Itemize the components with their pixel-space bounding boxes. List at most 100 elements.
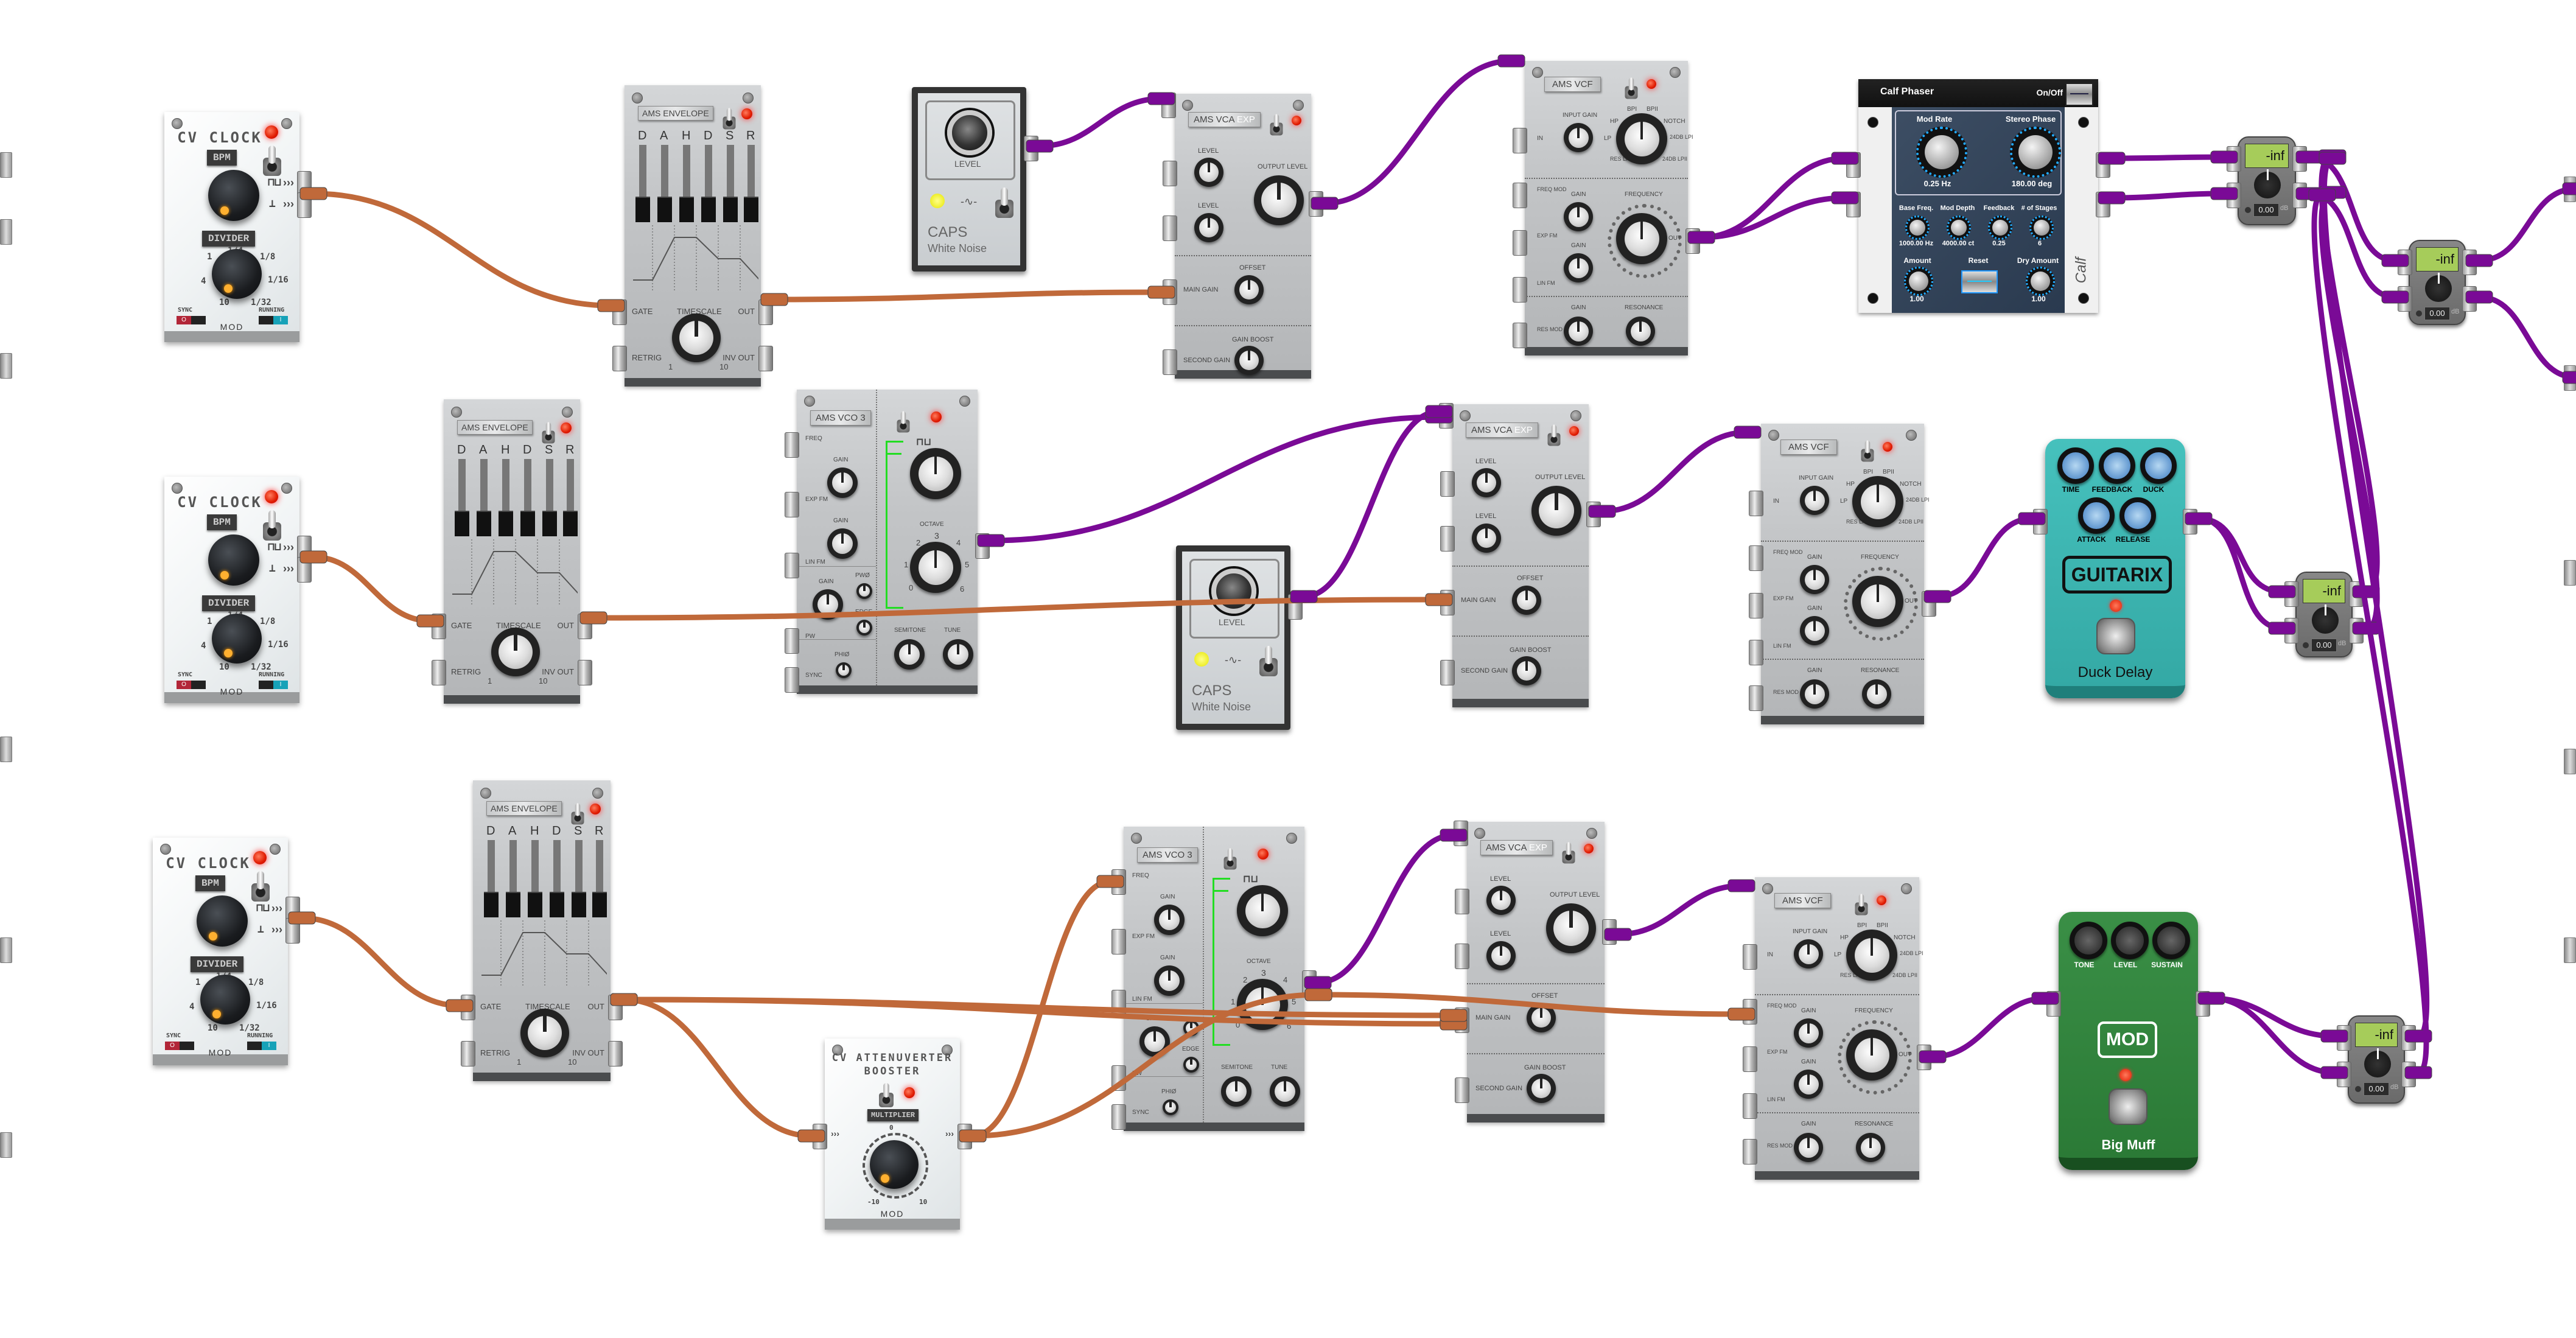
out-jack[interactable] bbox=[1922, 591, 1936, 617]
patch-cable[interactable] bbox=[1321, 58, 1514, 206]
timescale-knob[interactable] bbox=[491, 628, 540, 676]
ams-vca-exp-2[interactable]: AMS VCA EXP LEVEL LEVEL OUTPUT LEVEL OFF… bbox=[1439, 403, 1601, 707]
frequency-knob[interactable] bbox=[1852, 576, 1903, 627]
patch-cable[interactable] bbox=[590, 597, 1442, 621]
hold-slider[interactable] bbox=[499, 459, 513, 536]
bypass-toggle[interactable] bbox=[250, 871, 271, 902]
bypass-toggle[interactable] bbox=[262, 145, 282, 176]
trigger-out-jack[interactable] bbox=[285, 918, 300, 944]
in-jack[interactable] bbox=[813, 1124, 827, 1149]
lin-fm-gain-knob[interactable] bbox=[827, 528, 858, 559]
patch-cable[interactable] bbox=[2476, 186, 2576, 264]
decay-slider[interactable] bbox=[520, 459, 535, 536]
in-jack[interactable] bbox=[1513, 128, 1527, 153]
level-2-in-jack[interactable] bbox=[1440, 526, 1455, 552]
out-jack[interactable] bbox=[578, 614, 592, 639]
in-l-jack[interactable] bbox=[1846, 152, 1861, 178]
patch-cable[interactable] bbox=[1037, 96, 1164, 149]
edge-knob[interactable] bbox=[1183, 1057, 1199, 1073]
system-input-jack[interactable] bbox=[0, 152, 12, 178]
bypass-footswitch[interactable] bbox=[2109, 1088, 2147, 1125]
patch-cable[interactable] bbox=[1315, 832, 1457, 986]
octave-knob[interactable] bbox=[1237, 979, 1288, 1030]
out-r-jack[interactable] bbox=[2096, 192, 2110, 217]
pw0-knob[interactable] bbox=[856, 583, 872, 599]
in-r-jack[interactable] bbox=[2337, 1062, 2351, 1087]
system-input-jack[interactable] bbox=[0, 1132, 12, 1158]
delay-slider[interactable] bbox=[455, 459, 469, 536]
octave-knob[interactable] bbox=[910, 542, 961, 593]
peak-meter-2[interactable]: -inf 0.00 dB bbox=[2398, 240, 2477, 325]
sync-jack[interactable] bbox=[785, 667, 799, 693]
out-jack[interactable] bbox=[1309, 191, 1323, 217]
exp-fm-jack[interactable] bbox=[1743, 1046, 1757, 1072]
timescale-knob[interactable] bbox=[520, 1009, 569, 1057]
edge-knob[interactable] bbox=[856, 620, 872, 636]
gain-boost-knob[interactable] bbox=[1234, 346, 1264, 375]
peak-meter-3[interactable]: -inf 0.00 dB bbox=[2284, 572, 2364, 657]
in-jack[interactable] bbox=[1161, 93, 1176, 118]
bypass-toggle[interactable] bbox=[1223, 848, 1237, 870]
in-jack[interactable] bbox=[1743, 944, 1757, 970]
pw-jack[interactable] bbox=[1111, 1065, 1126, 1091]
system-output-jack[interactable] bbox=[2564, 749, 2576, 774]
tone-knob[interactable] bbox=[2070, 922, 2107, 959]
cv-clock-1[interactable]: CV CLOCK BPM ⊓⊔ ››› ⊥ ››› DIVIDER 1/4 1/… bbox=[164, 112, 312, 342]
out-jack[interactable] bbox=[957, 1124, 972, 1149]
cable-plug[interactable] bbox=[2319, 149, 2347, 163]
out-l-jack[interactable] bbox=[2096, 152, 2110, 178]
in-jack[interactable] bbox=[1454, 821, 1468, 846]
out-jack[interactable] bbox=[758, 299, 773, 325]
freq-mod-gain-knob[interactable] bbox=[1794, 1018, 1823, 1048]
bpm-knob[interactable] bbox=[197, 895, 248, 947]
out-jack[interactable] bbox=[975, 533, 990, 559]
patch-cable[interactable] bbox=[2306, 191, 2398, 300]
pw0-knob[interactable] bbox=[1183, 1020, 1199, 1036]
patch-cable[interactable] bbox=[1615, 883, 1745, 937]
output-level-knob[interactable] bbox=[1254, 175, 1304, 225]
caps-white-noise-1[interactable]: LEVEL -∿- CAPS White Noise bbox=[912, 87, 1038, 271]
output-level-knob[interactable] bbox=[1546, 903, 1596, 953]
tune-knob[interactable] bbox=[1270, 1076, 1300, 1107]
res-mod-gain-knob[interactable] bbox=[1800, 679, 1829, 709]
exp-fm-jack[interactable] bbox=[785, 492, 799, 517]
level-1-in-jack[interactable] bbox=[1163, 161, 1177, 186]
patch-cable[interactable] bbox=[621, 996, 1457, 1018]
filter-mode-knob[interactable] bbox=[1616, 113, 1667, 164]
out-l-jack[interactable] bbox=[2462, 250, 2477, 275]
base-freq-knob[interactable] bbox=[1905, 215, 1930, 240]
release-slider[interactable] bbox=[592, 840, 607, 917]
exp-fm-jack[interactable] bbox=[1749, 593, 1763, 618]
bypass-toggle[interactable] bbox=[262, 510, 282, 541]
caps-white-noise-2[interactable]: LEVEL -∿- CAPS White Noise bbox=[1176, 545, 1303, 730]
bypass-toggle[interactable] bbox=[994, 187, 1015, 218]
in-jack[interactable] bbox=[2033, 509, 2048, 534]
semitone-knob[interactable] bbox=[894, 639, 925, 670]
freq-mod-jack[interactable] bbox=[1513, 183, 1527, 208]
guitarix-duck-delay[interactable]: TIME FEEDBACK DUCK ATTACK RELEASE GUITAR… bbox=[2033, 439, 2197, 698]
bypass-toggle[interactable] bbox=[570, 803, 585, 825]
patch-cable[interactable] bbox=[1930, 995, 2048, 1060]
pw-gain-knob[interactable] bbox=[1139, 1026, 1170, 1057]
duck-knob[interactable] bbox=[2140, 447, 2177, 484]
resonance-knob[interactable] bbox=[1856, 1133, 1885, 1162]
patch-cable[interactable] bbox=[771, 289, 1164, 303]
attack-slider[interactable] bbox=[477, 459, 491, 536]
gain-knob[interactable] bbox=[2364, 1048, 2391, 1077]
release-slider[interactable] bbox=[744, 145, 758, 222]
phi0-knob[interactable] bbox=[1163, 1099, 1178, 1115]
patch-cable[interactable] bbox=[2306, 154, 2398, 264]
mod-depth-knob[interactable] bbox=[1947, 215, 1971, 240]
cv-clock-2[interactable]: CV CLOCK BPM ⊓⊔ ››› ⊥ ››› DIVIDER 1/4 1/… bbox=[164, 477, 312, 703]
cable-plug[interactable] bbox=[2308, 188, 2336, 201]
filter-mode-knob[interactable] bbox=[1852, 476, 1903, 527]
patch-cable[interactable] bbox=[310, 554, 433, 624]
out-r-jack[interactable] bbox=[2401, 1062, 2416, 1087]
freq-mod-jack[interactable] bbox=[1743, 999, 1757, 1025]
out-l-jack[interactable] bbox=[2349, 581, 2364, 607]
inv-out-jack[interactable] bbox=[758, 346, 773, 371]
bypass-toggle[interactable] bbox=[1258, 646, 1279, 676]
out-jack[interactable] bbox=[2196, 991, 2210, 1017]
bypass-toggle[interactable] bbox=[1860, 440, 1875, 462]
out-jack[interactable] bbox=[2183, 509, 2197, 534]
